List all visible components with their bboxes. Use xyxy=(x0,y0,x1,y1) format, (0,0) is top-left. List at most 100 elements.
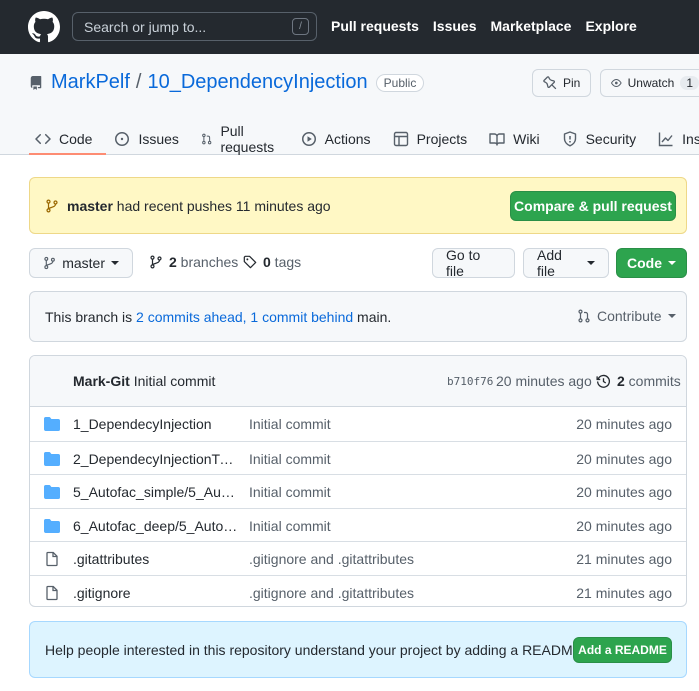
tab-pull-requests[interactable]: Pull requests xyxy=(193,123,293,155)
branch-status-prefix: This branch is xyxy=(45,308,137,325)
commit-behind-link[interactable]: 1 commit behind xyxy=(247,309,353,325)
nav-marketplace[interactable]: Marketplace xyxy=(491,18,572,34)
file-commit-message-link[interactable]: Initial commit xyxy=(249,518,331,534)
branches-label: branches xyxy=(176,254,239,270)
tab-security[interactable]: Security xyxy=(554,124,651,154)
branch-selector-button[interactable]: master xyxy=(29,248,133,278)
recent-pushes-banner: master had recent pushes 11 minutes ago … xyxy=(29,177,687,234)
file-icon xyxy=(44,585,60,604)
unwatch-label: Unwatch xyxy=(627,76,675,90)
git-branch-icon xyxy=(150,255,162,269)
history-icon xyxy=(596,374,610,388)
pin-label: Pin xyxy=(563,76,581,90)
file-name-link[interactable]: .gitignore xyxy=(73,585,238,601)
go-to-file-button[interactable]: Go to file xyxy=(432,247,515,279)
chevron-down-icon xyxy=(111,261,119,265)
search-input[interactable]: Search or jump to... / xyxy=(72,12,317,41)
repo-name-link[interactable]: 10_DependencyInjection xyxy=(147,71,367,94)
commit-sha[interactable]: b710f76 xyxy=(447,375,493,388)
git-pull-request-icon xyxy=(202,133,212,145)
file-name-link[interactable]: 2_DependecyInjectionTypes xyxy=(73,451,238,467)
search-shortcut-key: / xyxy=(292,18,309,35)
global-header: Search or jump to... / Pull requests Iss… xyxy=(0,0,699,54)
add-readme-button[interactable]: Add a README xyxy=(573,637,672,663)
tags-count: 0 xyxy=(263,254,271,270)
tags-link[interactable]: 0 tags xyxy=(243,254,301,270)
repo-icon xyxy=(30,76,42,90)
file-row[interactable]: 1_DependecyInjection Initial commit 20 min… xyxy=(30,407,686,441)
code-dropdown-button[interactable]: Code xyxy=(616,248,687,278)
global-nav: Pull requests Issues Marketplace Explore xyxy=(331,18,637,34)
readme-prompt-text: Help people interested in this repositor… xyxy=(45,641,586,658)
folder-icon xyxy=(44,518,60,537)
branches-count: 2 xyxy=(169,254,177,270)
file-age: 20 minutes ago xyxy=(576,450,672,467)
repo-title: MarkPelf / 10_DependencyInjection Public xyxy=(51,71,425,94)
banner-branch-name[interactable]: master xyxy=(67,198,113,214)
compare-pull-request-button[interactable]: Compare & pull request xyxy=(510,191,676,221)
graph-icon xyxy=(658,132,673,147)
unwatch-button[interactable]: Unwatch 1 xyxy=(600,69,699,97)
tag-icon xyxy=(243,255,257,269)
file-name-link[interactable]: 6_Autofac_deep/5_Autofac_deep xyxy=(73,518,238,534)
tab-insights[interactable]: Insights xyxy=(650,124,699,154)
add-file-button[interactable]: Add file xyxy=(523,247,609,279)
branches-link[interactable]: 2 branches xyxy=(149,254,238,270)
search-placeholder: Search or jump to... xyxy=(84,18,207,35)
commit-author[interactable]: Mark-Git xyxy=(73,373,130,389)
tab-actions[interactable]: Actions xyxy=(293,124,385,154)
table-icon xyxy=(393,131,408,147)
file-commit-message-link[interactable]: Initial commit xyxy=(249,484,331,500)
github-logo-icon[interactable] xyxy=(28,11,60,43)
repo-owner-link[interactable]: MarkPelf xyxy=(51,71,130,94)
file-commit-message-link[interactable]: Initial commit xyxy=(249,451,331,467)
commits-ahead-link[interactable]: 2 commits ahead, xyxy=(136,309,247,325)
tab-code[interactable]: Code xyxy=(29,124,107,155)
tab-label: Actions xyxy=(324,131,371,147)
nav-issues[interactable]: Issues xyxy=(433,18,477,34)
file-name-link[interactable]: 1_DependecyInjection xyxy=(73,416,238,432)
add-file-label: Add file xyxy=(537,247,562,279)
repo-tabs: Code Issues Pull requests Actions Projec… xyxy=(29,123,699,155)
file-row[interactable]: 6_Autofac_deep/5_Autofac_deep Initial com… xyxy=(30,507,686,542)
folder-icon xyxy=(44,484,60,503)
chevron-down-icon xyxy=(587,261,595,265)
file-row[interactable]: 2_DependecyInjectionTypes Initial commit 2… xyxy=(30,440,686,475)
tags-label: tags xyxy=(270,254,302,270)
file-row[interactable]: 5_Autofac_simple/5_Autofac_simple Initial… xyxy=(30,474,686,508)
tab-projects[interactable]: Projects xyxy=(385,124,482,154)
nav-pull-requests[interactable]: Pull requests xyxy=(331,18,419,34)
eye-icon xyxy=(611,79,622,87)
file-row[interactable]: .gitattributes .gitignore and .gitattribu… xyxy=(30,541,686,575)
tab-issues[interactable]: Issues xyxy=(106,124,192,154)
file-row[interactable]: .gitignore .gitignore and .gitattributes 2… xyxy=(30,574,686,607)
chevron-down-icon xyxy=(668,261,676,265)
git-branch-icon xyxy=(44,256,55,270)
commits-history-link[interactable]: 2 commits xyxy=(596,373,681,389)
file-icon xyxy=(44,551,60,570)
tab-label: Wiki xyxy=(513,131,540,147)
file-commit-message-link[interactable]: Initial commit xyxy=(249,416,331,432)
tab-label: Security xyxy=(585,131,637,147)
nav-explore[interactable]: Explore xyxy=(585,18,636,34)
file-name-link[interactable]: .gitattributes xyxy=(73,551,238,567)
pin-icon xyxy=(543,76,557,90)
tab-label: Pull requests xyxy=(220,123,275,155)
git-branch-icon xyxy=(46,199,58,212)
file-commit-message-link[interactable]: .gitignore and .gitattributes xyxy=(249,585,414,601)
tab-wiki[interactable]: Wiki xyxy=(481,124,553,154)
file-name-link[interactable]: 5_Autofac_simple/5_Autofac_simple xyxy=(73,484,238,500)
repo-title-separator: / xyxy=(135,71,142,93)
file-age: 21 minutes ago xyxy=(576,551,672,567)
pin-button[interactable]: Pin xyxy=(532,69,592,97)
branch-selector-label: master xyxy=(62,255,105,271)
commits-count: 2 xyxy=(617,373,625,389)
repo-header: MarkPelf / 10_DependencyInjection Public… xyxy=(0,54,699,155)
commit-message[interactable]: Initial commit xyxy=(134,373,216,389)
shield-icon xyxy=(563,131,576,147)
file-commit-message-link[interactable]: .gitignore and .gitattributes xyxy=(249,551,414,567)
latest-commit-summary: Mark-Git Initial commit xyxy=(73,373,215,389)
contribute-dropdown[interactable]: Contribute xyxy=(577,308,676,324)
chevron-down-icon xyxy=(667,314,676,318)
file-age: 20 minutes ago xyxy=(576,517,672,534)
